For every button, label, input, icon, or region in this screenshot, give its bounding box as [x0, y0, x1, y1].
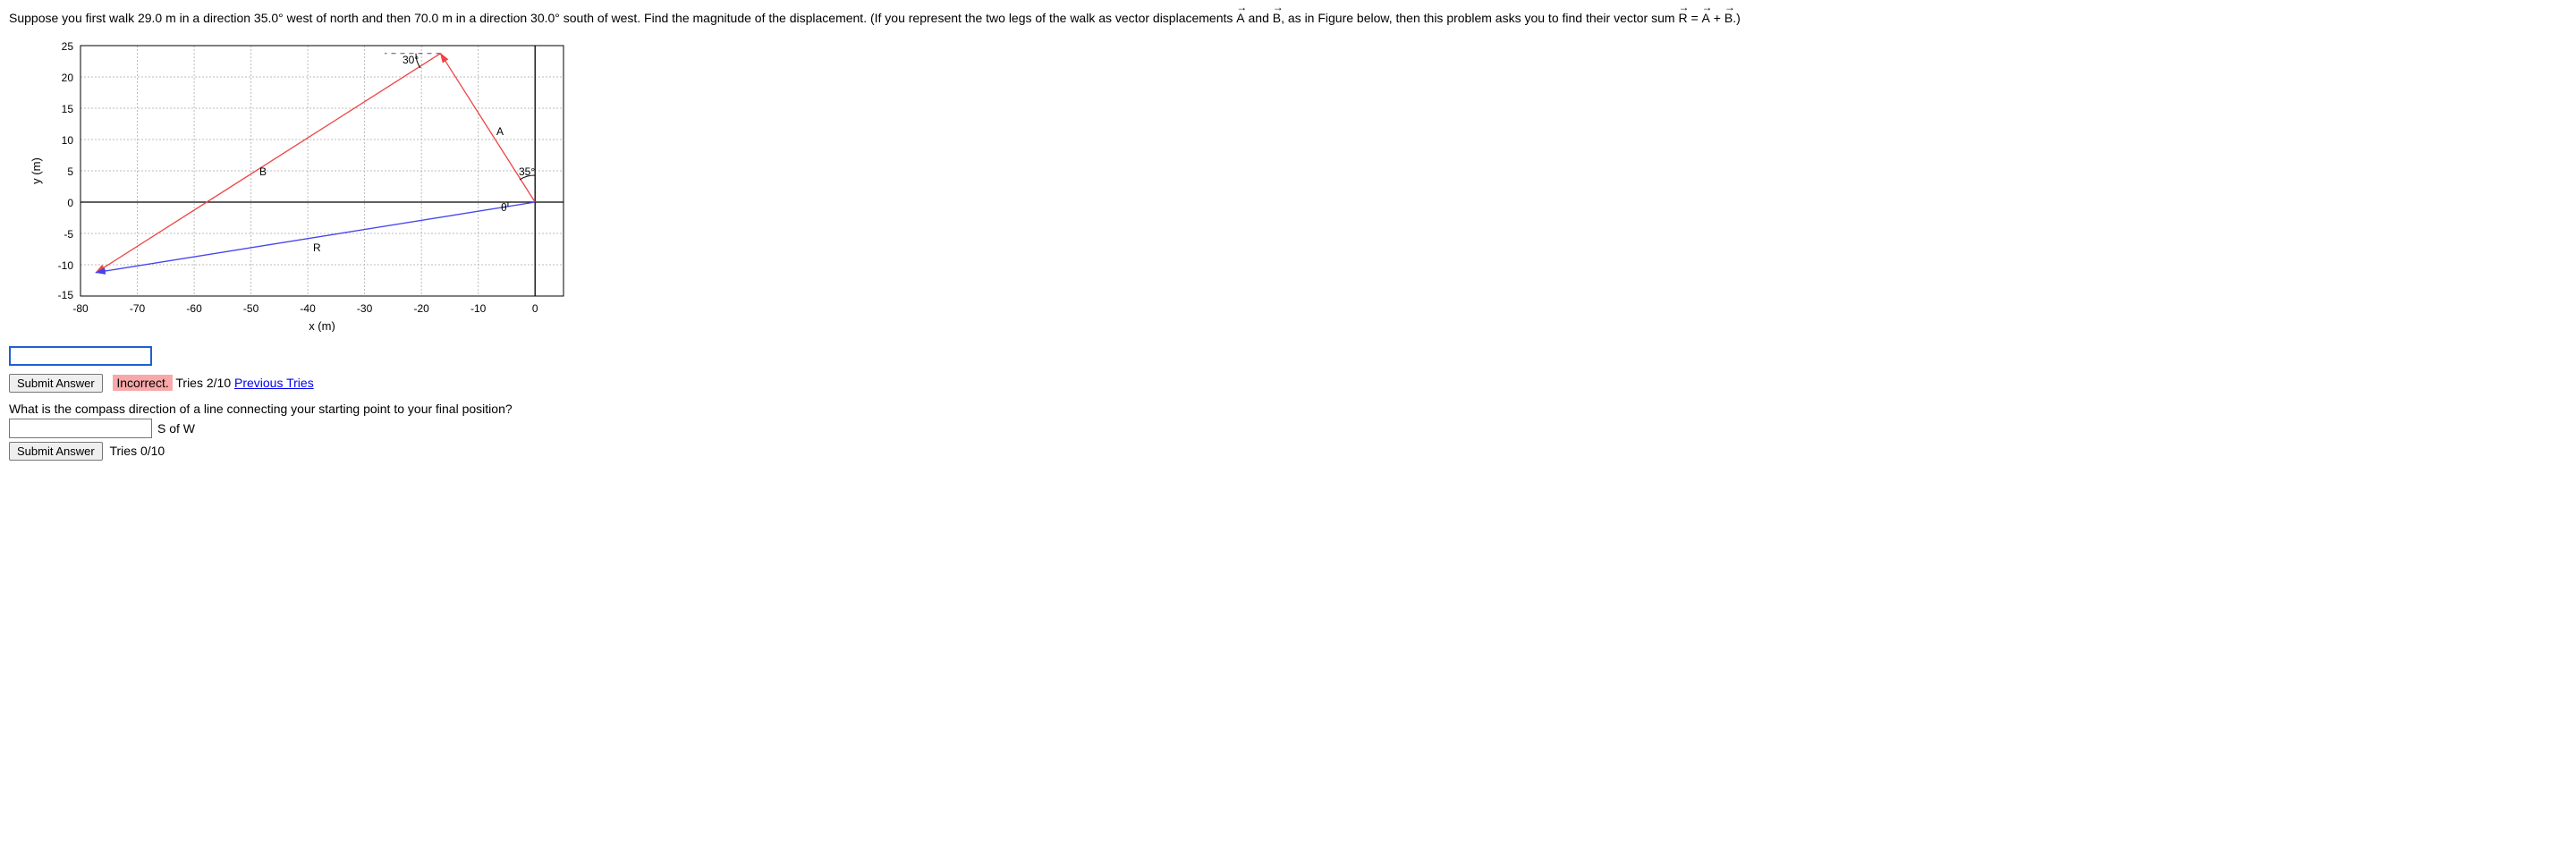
vector-r-symbol: R: [1678, 9, 1687, 28]
q-text-a: Suppose you first walk 29.0 m in a direc…: [9, 11, 1236, 25]
label-35: 35°: [519, 165, 535, 178]
label-30: 30°: [402, 54, 419, 66]
svg-text:-10: -10: [470, 302, 487, 315]
incorrect-badge: Incorrect.: [113, 375, 172, 391]
tries-q2: Tries 0/10: [109, 444, 165, 458]
q-text-c: , as in Figure below, then this problem …: [1281, 11, 1678, 25]
svg-text:-50: -50: [243, 302, 259, 315]
svg-text:15: 15: [62, 103, 74, 115]
svg-text:-15: -15: [58, 289, 74, 301]
svg-text:-70: -70: [130, 302, 146, 315]
y-tick-labels: 25 20 15 10 5 0 -5 -10 -15: [58, 40, 74, 301]
unit-label: S of W: [157, 421, 195, 436]
tries-q1: Tries 2/10: [175, 376, 234, 390]
svg-text:-20: -20: [414, 302, 430, 315]
vector-a-symbol: A: [1236, 9, 1244, 28]
vector-b-symbol: B: [1273, 9, 1281, 28]
label-a: A: [496, 125, 504, 138]
vector-b-line: [96, 54, 440, 273]
direction-input[interactable]: [9, 419, 152, 438]
vector-a-symbol2: A: [1702, 9, 1710, 28]
svg-text:10: 10: [62, 134, 74, 147]
y-axis-label: y (m): [30, 157, 43, 184]
svg-text:20: 20: [62, 72, 74, 84]
label-r: R: [313, 241, 321, 254]
submit-button-q2[interactable]: Submit Answer: [9, 442, 103, 461]
svg-text:-40: -40: [300, 302, 316, 315]
x-axis-label: x (m): [309, 319, 335, 332]
previous-tries-link[interactable]: Previous Tries: [234, 376, 314, 390]
submit-button-q1[interactable]: Submit Answer: [9, 374, 103, 393]
svg-text:-5: -5: [64, 228, 73, 241]
vector-chart: -80 -70 -60 -50 -40 -30 -20 -10 0 25 20 …: [27, 37, 586, 332]
chart-container: -80 -70 -60 -50 -40 -30 -20 -10 0 25 20 …: [27, 37, 2567, 337]
svg-text:25: 25: [62, 40, 74, 53]
svg-text:0: 0: [532, 302, 538, 315]
svg-text:-10: -10: [58, 259, 74, 272]
svg-text:-60: -60: [186, 302, 202, 315]
magnitude-input[interactable]: [9, 346, 152, 366]
svg-text:-80: -80: [72, 302, 89, 315]
vector-a-line: [441, 54, 536, 202]
x-tick-labels: -80 -70 -60 -50 -40 -30 -20 -10 0: [72, 302, 538, 315]
vector-b-symbol2: B: [1724, 9, 1733, 28]
theta-label: θ: [501, 201, 507, 214]
vector-r-line: [96, 202, 535, 273]
svg-text:-30: -30: [357, 302, 373, 315]
q2-text: What is the compass direction of a line …: [9, 400, 2567, 419]
question-text: Suppose you first walk 29.0 m in a direc…: [9, 9, 2567, 28]
label-b: B: [259, 165, 267, 178]
svg-text:5: 5: [67, 165, 73, 178]
equals: =: [1688, 11, 1702, 25]
svg-text:0: 0: [67, 197, 73, 209]
q-text-b: and: [1245, 11, 1273, 25]
